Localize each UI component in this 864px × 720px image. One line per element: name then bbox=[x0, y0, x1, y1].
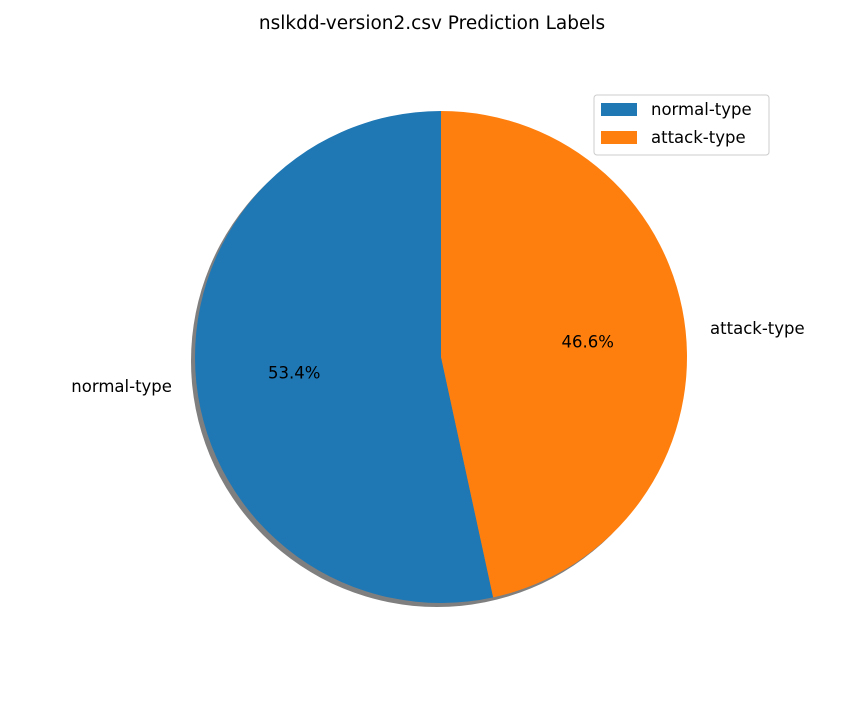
slice-percent-attack-type: 46.6% bbox=[562, 332, 614, 351]
chart-title: nslkdd-version2.csv Prediction Labels bbox=[259, 13, 605, 34]
pie-slice-attack-type bbox=[441, 111, 688, 598]
slice-percent-normal-type: 53.4% bbox=[268, 364, 320, 383]
legend-swatch-attack-type bbox=[601, 131, 637, 144]
legend-swatch-normal-type bbox=[601, 103, 637, 116]
legend-label-normal-type: normal-type bbox=[651, 100, 752, 119]
pie-slices bbox=[195, 111, 688, 604]
slice-label-attack-type: attack-type bbox=[710, 319, 805, 338]
slice-label-normal-type: normal-type bbox=[71, 377, 172, 396]
legend-label-attack-type: attack-type bbox=[651, 128, 746, 147]
pie-chart: nslkdd-version2.csv Prediction Labels no… bbox=[71, 13, 805, 607]
legend: normal-type attack-type bbox=[593, 94, 770, 156]
